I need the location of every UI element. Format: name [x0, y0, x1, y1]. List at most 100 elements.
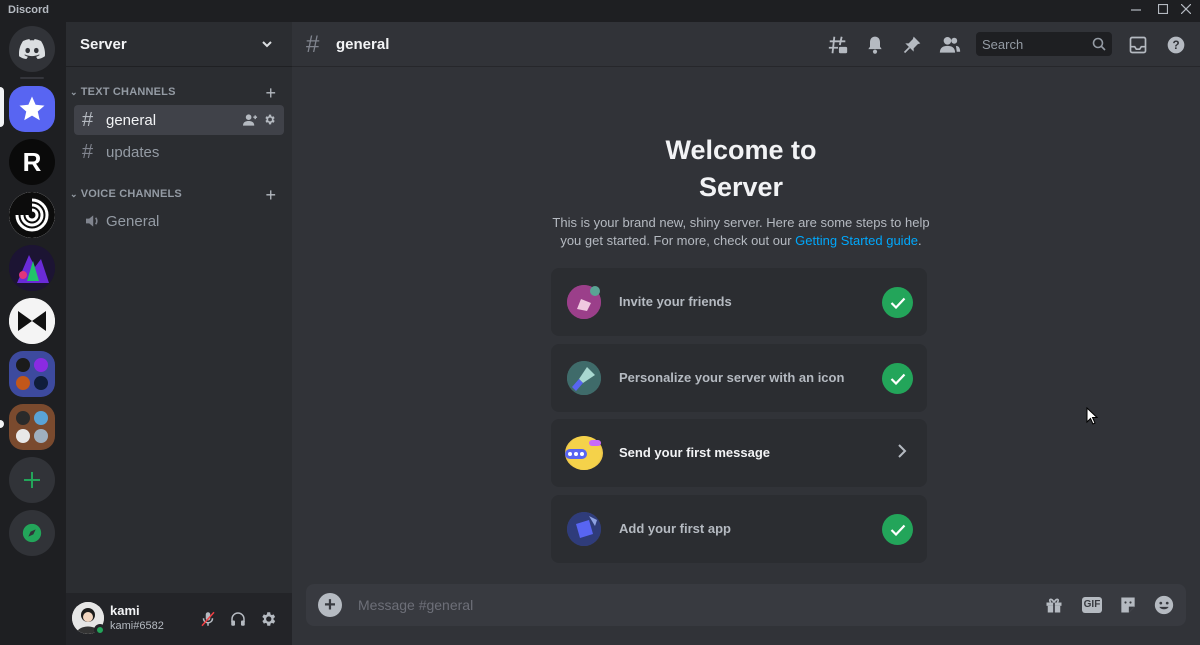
help-icon: ? [1167, 36, 1185, 54]
invite-friends-card[interactable]: Invite your friends [551, 268, 927, 336]
server-folder-1[interactable] [9, 351, 55, 397]
threads-button[interactable] [826, 33, 850, 57]
explore-servers-button[interactable] [9, 510, 55, 556]
emoji-icon [1154, 595, 1174, 615]
channel-sidebar: Server ⌄ TEXT CHANNELS + # general # upda… [66, 22, 292, 645]
emoji-button[interactable] [1152, 593, 1176, 617]
gif-icon: GIF [1081, 597, 1103, 613]
create-text-channel-button[interactable]: + [265, 84, 276, 102]
sticker-button[interactable] [1116, 593, 1140, 617]
chevron-down-icon: ⌄ [70, 189, 78, 199]
completed-check-icon [882, 514, 913, 545]
member-list-button[interactable] [938, 33, 962, 57]
personalize-server-card[interactable]: Personalize your server with an icon [551, 344, 927, 412]
home-button[interactable] [9, 26, 55, 72]
close-window-button[interactable] [1172, 0, 1200, 22]
message-icon [565, 436, 603, 470]
search-bar[interactable]: Search [976, 32, 1112, 56]
folder-icon [16, 358, 48, 390]
attach-button[interactable]: + [318, 593, 342, 617]
hashtag-icon: # [82, 108, 94, 131]
welcome-title: Welcome to Server [551, 132, 931, 206]
channel-item-voice-general[interactable]: General [74, 206, 284, 236]
gear-icon[interactable] [263, 113, 276, 126]
mouse-cursor-icon [1086, 407, 1098, 425]
chat-area: # general Search ? Welcome to Server Thi… [292, 22, 1200, 645]
gift-button[interactable] [1042, 593, 1066, 617]
star-icon [19, 96, 45, 121]
card-label: Invite your friends [619, 294, 732, 309]
threads-icon [828, 36, 848, 54]
add-server-button[interactable] [9, 457, 55, 503]
online-status-indicator [94, 624, 106, 636]
server-icon-bowtie[interactable] [9, 298, 55, 344]
inbox-icon [1129, 36, 1147, 54]
channel-name: general [106, 111, 157, 129]
maximize-icon [1157, 3, 1169, 15]
mute-button[interactable] [194, 605, 222, 633]
gear-icon [262, 612, 276, 626]
pinned-messages-button[interactable] [900, 33, 924, 57]
spiral-icon [9, 192, 55, 238]
server-icon-selected[interactable] [9, 86, 55, 132]
r-letter-icon: R [23, 147, 42, 177]
svg-text:?: ? [1172, 39, 1179, 52]
channel-item-updates[interactable]: # updates [74, 137, 284, 167]
unread-pill [0, 420, 4, 428]
paintbrush-illustration [567, 361, 601, 395]
server-list: R [0, 22, 66, 645]
bell-icon [868, 36, 882, 54]
category-text-channels[interactable]: ⌄ TEXT CHANNELS [70, 86, 176, 98]
gif-button[interactable]: GIF [1080, 593, 1104, 617]
search-input[interactable]: Search [982, 37, 1023, 52]
add-first-app-card[interactable]: Add your first app [551, 495, 927, 563]
user-panel: kami kami#6582 [66, 593, 292, 645]
bowtie-icon [9, 298, 55, 344]
message-composer[interactable]: + Message #general GIF [306, 584, 1186, 626]
headphones-icon [231, 612, 245, 626]
sticker-icon [1121, 597, 1135, 613]
channel-header: # general Search ? [292, 22, 1200, 67]
card-label: Add your first app [619, 521, 731, 536]
server-name: Server [80, 36, 127, 53]
hashtag-icon: # [82, 140, 94, 163]
selected-server-pill [0, 87, 4, 127]
invite-user-icon[interactable] [243, 113, 258, 127]
discord-logo-icon [19, 39, 45, 59]
getting-started-link[interactable]: Getting Started guide [795, 233, 918, 248]
microphone-muted-icon [201, 611, 215, 627]
description-line: This is your brand new, shiny server. He… [552, 215, 930, 230]
members-icon [939, 36, 961, 53]
server-header[interactable]: Server [66, 22, 292, 67]
search-icon [1092, 37, 1106, 51]
channel-name: General [106, 212, 160, 230]
pin-icon [903, 36, 921, 54]
folder-icon [16, 411, 48, 443]
personalize-icon [567, 361, 601, 395]
minimize-button[interactable] [1122, 0, 1150, 22]
category-voice-channels[interactable]: ⌄ VOICE CHANNELS [70, 188, 182, 200]
channel-name: updates [106, 143, 160, 161]
chevron-down-icon: ⌄ [70, 87, 78, 97]
server-icon-r[interactable]: R [9, 139, 55, 185]
server-folder-2[interactable] [9, 404, 55, 450]
user-tag: kami#6582 [110, 620, 164, 632]
add-app-icon [567, 512, 601, 546]
art-icon [9, 245, 55, 291]
deafen-button[interactable] [224, 605, 252, 633]
send-first-message-card[interactable]: Send your first message [551, 419, 927, 487]
inbox-button[interactable] [1126, 33, 1150, 57]
server-icon-art[interactable] [9, 245, 55, 291]
app-illustration [567, 512, 601, 546]
speaker-icon [86, 215, 98, 227]
welcome-title-line: Server [698, 172, 784, 202]
server-icon-spiral[interactable] [9, 192, 55, 238]
card-label: Personalize your server with an icon [619, 370, 845, 385]
category-label: VOICE CHANNELS [80, 188, 182, 200]
help-button[interactable]: ? [1164, 33, 1188, 57]
create-voice-channel-button[interactable]: + [265, 186, 276, 204]
message-input[interactable]: Message #general [358, 597, 473, 613]
user-settings-button[interactable] [254, 605, 282, 633]
channel-item-general[interactable]: # general [74, 105, 284, 135]
notifications-button[interactable] [863, 33, 887, 57]
